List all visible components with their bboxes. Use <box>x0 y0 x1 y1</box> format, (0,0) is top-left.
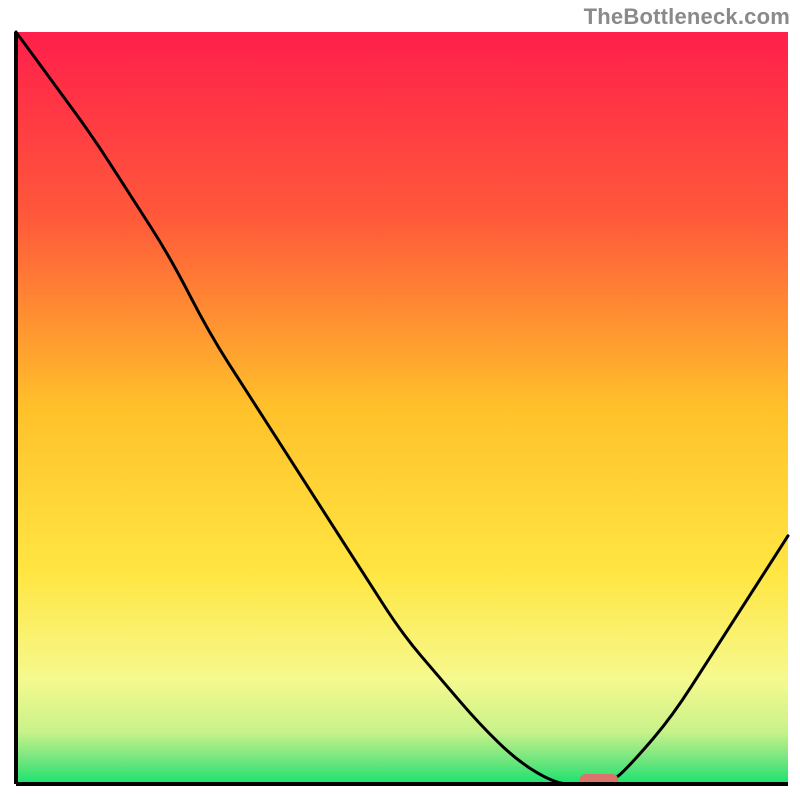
chart-svg <box>10 30 790 790</box>
watermark-text: TheBottleneck.com <box>584 4 790 30</box>
bottleneck-chart <box>10 30 790 790</box>
plot-background <box>16 32 788 784</box>
